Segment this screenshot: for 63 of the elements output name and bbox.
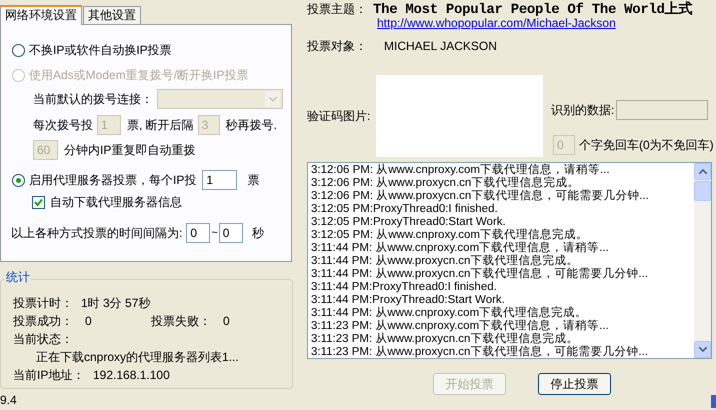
- range-separator: ~: [211, 226, 218, 241]
- input-field[interactable]: 0: [186, 223, 210, 243]
- log-line: 3:12:05 PM: 从www.cnproxy.com下载代理信息完成。: [311, 229, 590, 242]
- input-field[interactable]: [616, 100, 708, 120]
- option-label: 不换IP或软件自动换IP投票: [29, 42, 172, 59]
- status-text: 正在下载cnproxy的代理服务器列表1...: [36, 349, 239, 366]
- field-label: 分钟内IP重复即自动重拨: [64, 142, 196, 159]
- log-line: 3:11:44 PM: 从www.cnproxy.com下载代理信息完成。: [311, 307, 588, 320]
- url-link[interactable]: http://www.whopopular.com/Michael-Jackson: [377, 16, 616, 30]
- log-line: 3:11:23 PM: 从www.proxycn.cn下载代理信息完成。: [311, 333, 580, 346]
- group-title: 统计: [5, 270, 31, 284]
- log-line: 3:11:44 PM:ProxyThread0:I finished.: [311, 281, 498, 294]
- log-line: 3:11:44 PM: 从www.proxycn.cn下载代理信息完成。: [311, 255, 580, 268]
- field-label: 票, 断开后隔: [127, 117, 194, 134]
- field-label: 以上各种方式投票的时间间隔为:: [11, 225, 182, 242]
- stat-label: 投票成功：: [13, 313, 74, 330]
- checkbox-label: 自动下载代理服务器信息: [50, 194, 182, 211]
- field-label: 秒: [252, 225, 264, 242]
- input-field[interactable]: 1: [202, 170, 238, 190]
- stat-value: 192.168.1.100: [93, 367, 170, 384]
- scroll-down-icon[interactable]: [694, 341, 711, 358]
- field-label: 投票对象：: [307, 39, 368, 53]
- caret-icon: [265, 91, 280, 107]
- field-label: 验证码图片:: [307, 108, 370, 125]
- radio-button[interactable]: [12, 174, 25, 186]
- field-label: 当前默认的拨号连接：: [33, 91, 153, 108]
- option-label: 启用代理服务器投票，每个IP投: [29, 172, 196, 189]
- scrollbar[interactable]: [694, 163, 711, 358]
- log-line: 3:11:44 PM:ProxyThread0:Start Work.: [311, 294, 506, 306]
- stat-value: 0: [85, 313, 93, 330]
- checkbox[interactable]: [32, 196, 45, 208]
- log-line: 3:11:44 PM: 从www.cnproxy.com下载代理信息，请稍等...: [311, 242, 610, 254]
- stat-label: 当前IP地址：: [13, 367, 86, 384]
- log-line: 3:12:05 PM:ProxyThread0:Start Work.: [311, 216, 507, 228]
- stat-label: 当前状态：: [13, 331, 73, 348]
- field-label: 识别的数据:: [551, 102, 614, 119]
- log-line: 3:12:05 PM:ProxyThread0:I finished.: [311, 203, 499, 216]
- field-label: 票: [247, 172, 260, 189]
- log-line: 3:12:06 PM: 从www.proxycn.cn下载代理信息完成。: [311, 177, 580, 190]
- log-line: 3:11:44 PM: 从www.proxycn.cn下载代理信息，可能需要几分钟...: [311, 268, 650, 281]
- field-label: 秒再拨号.: [226, 117, 278, 134]
- stat-value: 1时 3分 57秒: [81, 295, 150, 312]
- stat-label: 投票计时：: [13, 295, 74, 312]
- stat-value: 0: [223, 313, 230, 330]
- field-label: 每次拨号投: [33, 117, 93, 134]
- target-name: MICHAEL JACKSON: [384, 39, 497, 53]
- scroll-up-icon[interactable]: [694, 163, 711, 180]
- action-button[interactable]: 停止投票: [538, 373, 611, 395]
- log-line: 3:12:06 PM: 从www.cnproxy.com下载代理信息，请稍等...: [311, 164, 611, 176]
- log-line: 3:11:23 PM: 从www.proxycn.cn下载代理信息，可能需要几分钟...: [311, 346, 650, 358]
- scroll-thumb[interactable]: [694, 181, 711, 201]
- input-field[interactable]: 0: [218, 223, 243, 243]
- tab[interactable]: 网络环境设置: [0, 5, 82, 25]
- version-text: 9.4: [0, 393, 17, 407]
- log-line: 3:11:23 PM: 从www.cnproxy.com下载代理信息，请稍等...: [311, 320, 610, 332]
- option-label: 使用Ads或Modem重复拨号/断开换IP投票: [29, 67, 248, 84]
- field-label: 个字免回车(0为不免回车): [579, 137, 714, 154]
- stat-label: 投票失败：: [151, 313, 212, 330]
- field-label: 投票主题：: [307, 1, 368, 18]
- radio-button[interactable]: [12, 44, 25, 56]
- log-line: 3:12:06 PM: 从www.proxycn.cn下载代理信息，可能需要几分钟...: [311, 190, 650, 203]
- tab[interactable]: 其他设置: [83, 6, 141, 24]
- topic-title: The Most Popular People Of The World上式: [373, 2, 692, 18]
